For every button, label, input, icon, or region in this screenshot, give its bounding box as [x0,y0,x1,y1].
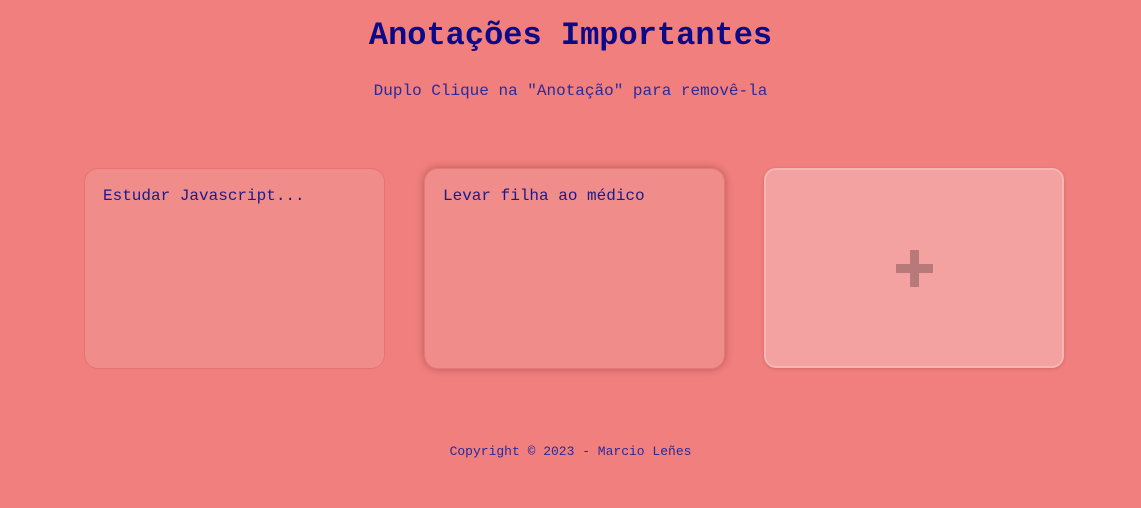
plus-icon [895,249,933,287]
add-note-button[interactable] [764,168,1064,368]
subtitle: Duplo Clique na "Anotação" para removê-l… [373,82,768,100]
note-textarea[interactable]: Levar filha ao médico [443,186,706,351]
note-card[interactable]: Estudar Javascript... [84,168,385,369]
footer-copyright: Copyright © 2023 - Marcio Leñes [449,444,692,459]
note-card[interactable]: Levar filha ao médico [424,168,725,369]
notes-container: Estudar Javascript... Levar filha ao méd… [84,168,1064,369]
note-textarea[interactable]: Estudar Javascript... [103,186,366,351]
page-title: Anotações Importantes [368,17,773,54]
